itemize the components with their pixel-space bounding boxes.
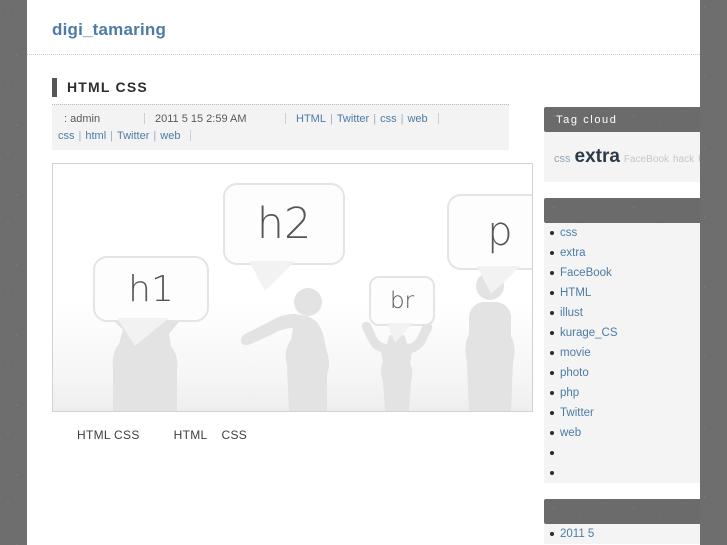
category-link-facebook[interactable]: FaceBook [560,267,612,279]
meta-separator [144,113,145,124]
tag-link-html[interactable]: html [85,130,106,142]
post-body-text: HTML CSS HTML CSS [77,428,535,442]
post-tag-links: css | html | Twitter | web [58,130,180,142]
archive-list: 2011 5 [544,523,700,544]
category-link-twitter[interactable]: Twitter [560,407,594,419]
page-columns: HTML CSS : admin 2011 5 15 2:59 AM HTML |… [27,55,700,545]
tag-cloud-item-css[interactable]: css [554,153,571,165]
category-link-twitter[interactable]: Twitter [337,113,369,125]
category-link-web[interactable]: web [407,113,427,125]
meta-separator [285,113,286,124]
speech-bubble-tail [477,266,521,294]
meta-pipe: | [373,112,377,125]
meta-separator [190,130,192,141]
category-link-web[interactable]: web [560,427,581,439]
post-body-segment-2: HTML [173,428,208,442]
post-author: : admin [64,112,101,125]
site-header: digi_tamaring [27,0,700,55]
widget-archives-heading [544,498,700,524]
category-link-css[interactable]: css [560,227,577,239]
widget-tag-cloud-body: cssextraFaceBookhackhtmlillustjishinkura… [544,132,700,182]
category-link-kurage_cs[interactable]: kurage_CS [560,327,618,339]
archive-link-2011-5[interactable]: 2011 5 [560,528,594,540]
meta-separator [437,113,439,124]
category-link-illust[interactable]: illust [560,307,583,319]
list-item: css [550,223,700,243]
sidebar: Tag cloud css extra FaceBook hack html illust… [535,55,700,545]
speech-bubble-tail [387,323,413,343]
meta-pipe: | [110,129,113,142]
list-item: Twitter [550,403,700,423]
meta-pipe: | [400,112,404,125]
speech-bubble-p: p [447,194,532,294]
speech-bubble-p-label: p [487,209,513,255]
speech-bubble-h2-label: h2 [256,199,312,249]
list-item: kurage_CS [550,323,700,343]
post-body-segment-3: CSS [221,428,248,442]
list-item: extra [550,243,700,263]
category-link-html[interactable]: HTML [296,113,326,125]
widget-categories-heading [544,197,700,223]
list-item: movie [550,343,700,363]
tag-link-twitter[interactable]: Twitter [117,130,149,142]
list-item: web [550,423,700,443]
meta-pipe: | [78,129,82,142]
meta-pipe: | [153,129,157,142]
category-list: css extra FaceBook HTML illust kurage_CSmovie… [544,222,700,483]
tag-link-css[interactable]: css [58,130,75,142]
speech-bubble-h1-label: h1 [128,268,174,310]
list-item: FaceBook [550,263,700,283]
sidebar-top-spacer [535,55,700,107]
widget-tag-cloud: Tag cloud cssextraFaceBookhackhtmlillust… [544,107,700,182]
category-link-html[interactable]: HTML [560,287,591,299]
widget-tag-cloud-heading: Tag cloud [544,107,700,132]
tag-link-web[interactable]: web [160,130,180,142]
post-illustration: h1 h2 br p [52,163,533,412]
widget-categories: css extra FaceBook HTML illust kurage_CSmovie… [544,197,700,483]
main-column: HTML CSS : admin 2011 5 15 2:59 AM HTML |… [27,55,535,492]
widget-archives: 2011 5 [544,498,700,544]
post-title-accent-bar [52,77,57,97]
list-item [550,443,700,463]
post-category-links: HTML | Twitter | css | web [296,113,428,125]
speech-bubble-tail [249,261,295,291]
category-link-movie[interactable]: movie [560,347,591,359]
speech-bubble-br-label: br [389,288,415,314]
list-item: 2011 5 [550,524,700,544]
list-item [550,463,700,483]
post-body-segment-1: HTML CSS [77,428,140,442]
post-meta-block: : admin 2011 5 15 2:59 AM HTML | Twitter | c… [52,104,509,150]
category-link-php[interactable]: php [560,387,579,399]
category-link-photo[interactable]: photo [560,367,589,379]
list-item: php [550,383,700,403]
tag-cloud-item-html[interactable]: html [698,154,700,165]
speech-bubble-h1: h1 [93,256,209,346]
meta-pipe: | [329,112,333,125]
post-article: HTML CSS : admin 2011 5 15 2:59 AM HTML |… [52,74,509,150]
site-title[interactable]: digi_tamaring [52,20,166,40]
speech-bubble-tail [117,318,169,346]
speech-bubble-h2: h2 [223,183,345,291]
list-item: HTML [550,283,700,303]
category-link-css[interactable]: css [380,113,397,125]
post-title[interactable]: HTML CSS [67,79,148,95]
post-meta-row-tags: css | html | Twitter | web [52,127,509,144]
content-wrapper: digi_tamaring HTML CSS : admin 2011 5 15… [27,0,700,545]
category-link-extra[interactable]: extra [560,247,586,259]
post-read-more [77,478,535,492]
list-item: photo [550,363,700,383]
tag-cloud-list: cssextraFaceBookhackhtmlillustjishinkura… [554,140,700,173]
tag-cloud-item-extra[interactable]: extra [575,146,620,167]
post-title-row: HTML CSS [52,74,509,100]
tag-cloud-item-facebook[interactable]: FaceBook [624,154,669,165]
post-meta-row-primary: : admin 2011 5 15 2:59 AM HTML | Twitter | c… [52,110,509,127]
tag-cloud-item-hack[interactable]: hack [673,154,694,165]
post-date: 2011 5 15 2:59 AM [155,112,247,125]
speech-bubble-br: br [369,276,435,343]
list-item: illust [550,303,700,323]
